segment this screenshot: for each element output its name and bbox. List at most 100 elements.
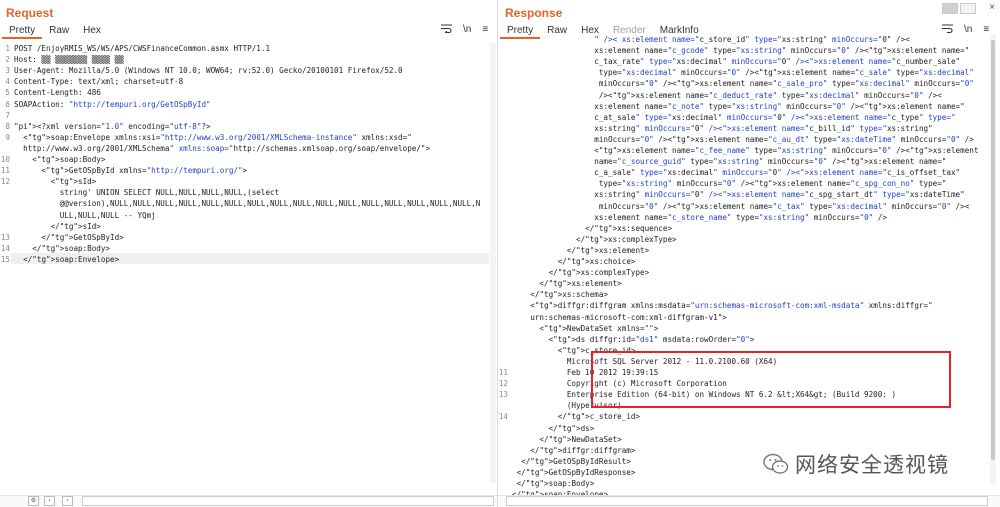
sql-version-highlight-box (591, 351, 951, 408)
line-number: 8 (5, 121, 10, 131)
request-search-bar: ⚙ ‹ › (0, 495, 497, 507)
code-line: User-Agent: Mozilla/5.0 (Windows NT 10.0… (14, 66, 403, 76)
settings-icon[interactable]: ⚙ (28, 496, 39, 506)
request-scrollbar[interactable] (490, 43, 496, 483)
code-line: Content-Type: text/xml; charset=utf-8 (14, 77, 184, 87)
word-wrap-icon[interactable] (441, 24, 452, 36)
code-line: </"tg">xs:complexType> (512, 234, 677, 244)
code-line: string' UNION SELECT NULL,NULL,NULL,NULL… (14, 188, 280, 198)
code-line: xs:string" minOccurs="0" /><">xs:element… (512, 190, 965, 200)
request-editor[interactable]: 1 POST /EnjoyRMIS_WS/WS/APS/CWSFinanceCom… (0, 43, 497, 495)
code-line: type="xs:decimal" minOccurs="0" /><"tg">… (512, 68, 974, 78)
line-number: 6 (5, 99, 10, 109)
prev-icon[interactable]: ‹ (44, 496, 55, 506)
code-line: </"tg">c_store_id> (512, 412, 641, 422)
code-line: urn:schemas-microsoft-com:xml-diffgram-v… (512, 312, 727, 322)
code-line: xs:element name="c_store_name" type="xs:… (512, 212, 887, 222)
line-number: 11 (0, 166, 10, 176)
line-number: 2 (5, 55, 10, 65)
code-line: c_tax_rate" type="xs:decimal" minOccurs=… (512, 57, 961, 67)
code-line: <"tg">soap:Envelope xmlns:xsi="http://ww… (14, 132, 412, 142)
code-line: <"tg">sId> (14, 177, 97, 187)
tab-request-pretty[interactable]: Pretty (2, 23, 43, 39)
code-line: </"tg">ds> (512, 423, 595, 433)
split-horizontal-icon[interactable] (942, 3, 958, 14)
code-line: ULL,NULL,NULL -- YQmj (14, 210, 156, 220)
line-number: 5 (5, 88, 10, 98)
code-line: </"tg">xs:complexType> (512, 268, 650, 278)
tab-request-raw[interactable]: Raw (42, 23, 76, 39)
code-line: c_at_sale" type="xs:decimal" minOccurs="… (512, 112, 956, 122)
code-line: <"tg">GetOSpById xmlns="http://tempuri.o… (14, 166, 248, 176)
request-tabs: Pretty Raw Hex (2, 23, 108, 39)
menu-icon[interactable]: ≡ (482, 24, 488, 36)
response-title: Response (505, 6, 563, 20)
code-line: </"tg">soap:Body> (512, 479, 595, 488)
request-search-input[interactable] (82, 496, 494, 506)
next-icon[interactable]: › (62, 496, 73, 506)
line-number: 1 (5, 44, 10, 53)
response-pane: × Response Pretty Raw Hex Render MarkInf… (498, 0, 1000, 507)
code-line: xs:string" minOccurs="0" /><">xs:element… (512, 123, 933, 133)
request-toolbar: \n ≡ (441, 24, 488, 36)
code-line: minOccurs="0" /><"tg">xs:element name="c… (512, 201, 970, 211)
line-number: 13 (0, 232, 10, 242)
code-line: type="xs:string" minOccurs="0" /><"tg">x… (512, 179, 947, 189)
code-line: POST /EnjoyRMIS_WS/WS/APS/CWSFinanceComm… (14, 44, 271, 53)
response-editor[interactable]: " />< xs:element name="c_store_id" type=… (498, 34, 1000, 495)
code-line: <"tg">ds diffgr:id="ds1" msdata:rowOrder… (512, 334, 755, 344)
code-line: name="c_source_guid" type="xs:string" mi… (512, 157, 947, 167)
code-line: <"tg">soap:Body> (14, 155, 106, 164)
response-scrollbar[interactable] (990, 34, 996, 484)
code-line: "pi"><?xml version="1.0" encoding="utf-8… (14, 121, 211, 131)
code-line: Host: ▒▒ ▒▒▒▒▒▒▒ ▒▒▒▒ ▒▒ (14, 55, 124, 65)
wechat-icon (763, 453, 789, 474)
line-number: 11 (498, 368, 508, 377)
code-line: /><"tg">xs:element name="c_deduct_rate" … (512, 90, 942, 100)
code-line: c_a_sale" type="xs:decimal" minOccurs="0… (512, 168, 961, 178)
response-search-bar (498, 495, 1000, 507)
line-number: 12 (0, 177, 10, 187)
line-number: 13 (498, 390, 508, 400)
code-line: SOAPAction: "http://tempuri.org/GetOSpBy… (14, 99, 211, 109)
request-pane: Request Pretty Raw Hex \n ≡ 1 POST /Enjoy… (0, 0, 498, 507)
code-line: " />< xs:element name="c_store_id" type=… (594, 35, 910, 44)
response-search-input[interactable] (506, 496, 988, 506)
line-number: 15 (0, 254, 10, 264)
scrollbar-thumb[interactable] (991, 40, 995, 460)
code-line: http://www.w3.org/2001/XMLSchema" xmlns:… (14, 143, 431, 153)
code-line: @@version),NULL,NULL,NULL,NULL,NULL,NULL… (14, 199, 481, 209)
code-line: <"tg">diffgr:diffgram xmlns:msdata="urn:… (512, 301, 933, 311)
code-line: </"tg">soap:Body> (14, 243, 111, 253)
layout-toggle (942, 3, 976, 14)
code-line: </"tg">soap:Envelope> (14, 254, 120, 264)
watermark: 网络安全透视镜 (763, 449, 949, 479)
request-title: Request (6, 6, 54, 20)
line-number: 9 (5, 132, 10, 142)
line-number: 12 (498, 379, 508, 389)
split-vertical-icon[interactable] (960, 3, 976, 14)
code-line: <"tg">NewDataSet xmlns=""> (512, 323, 659, 333)
code-line: </"tg">NewDataSet> (512, 434, 622, 444)
line-number: 14 (498, 412, 508, 422)
code-line: Content-Length: 486 (14, 88, 101, 98)
code-line: </"tg">GetOSpById> (14, 232, 124, 242)
code-line: minOccurs="0" /><"tg">xs:element name="c… (512, 134, 974, 144)
line-number: 14 (0, 243, 10, 253)
code-line: minOccurs="0" /><"tg">xs:element name="c… (512, 79, 974, 89)
close-icon[interactable]: × (989, 2, 995, 13)
line-number: 10 (0, 155, 10, 164)
code-line: </"tg">xs:schema> (512, 290, 609, 300)
line-number: 3 (5, 66, 10, 76)
code-line: </"tg">xs:element> (512, 279, 622, 289)
watermark-text: 网络安全透视镜 (795, 453, 949, 477)
code-line: <"tg">xs:element name="c_fee_name" type=… (512, 146, 979, 155)
line-number: 7 (5, 110, 10, 120)
code-line: xs:element name="c_gcode" type="xs:strin… (512, 46, 970, 56)
newline-toggle-button[interactable]: \n (463, 24, 471, 36)
code-line: xs:element name="c_note" type="xs:string… (512, 101, 965, 111)
code-line: </"tg">xs:element> (512, 245, 650, 255)
tab-request-hex[interactable]: Hex (76, 23, 108, 39)
code-line: </"tg">xs:choice> (512, 257, 636, 266)
line-number: 4 (5, 77, 10, 87)
